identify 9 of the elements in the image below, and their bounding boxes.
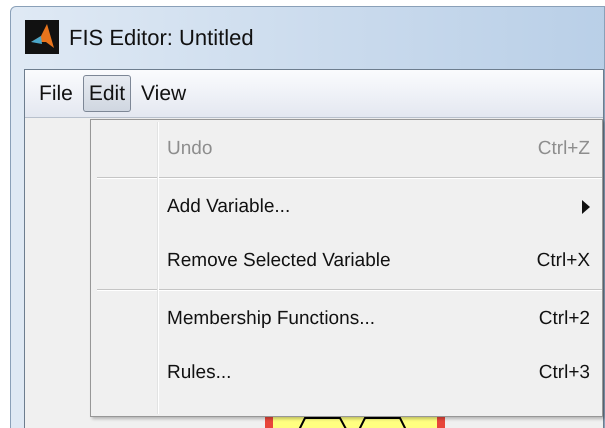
menu-item[interactable]: Rules... Ctrl+3: [91, 346, 602, 400]
menu-item[interactable]: File: [33, 74, 79, 112]
menu-item[interactable]: Add Variable...: [91, 180, 602, 234]
menu-item[interactable]: Remove Selected Variable Ctrl+X: [91, 234, 602, 288]
menu-item[interactable]: Membership Functions... Ctrl+2: [91, 292, 602, 346]
menu-item[interactable]: View: [135, 74, 192, 112]
window-title: FIS Editor: Untitled: [69, 24, 254, 52]
app-logo-icon: [25, 20, 59, 54]
menu-item[interactable]: Edit: [82, 74, 132, 112]
